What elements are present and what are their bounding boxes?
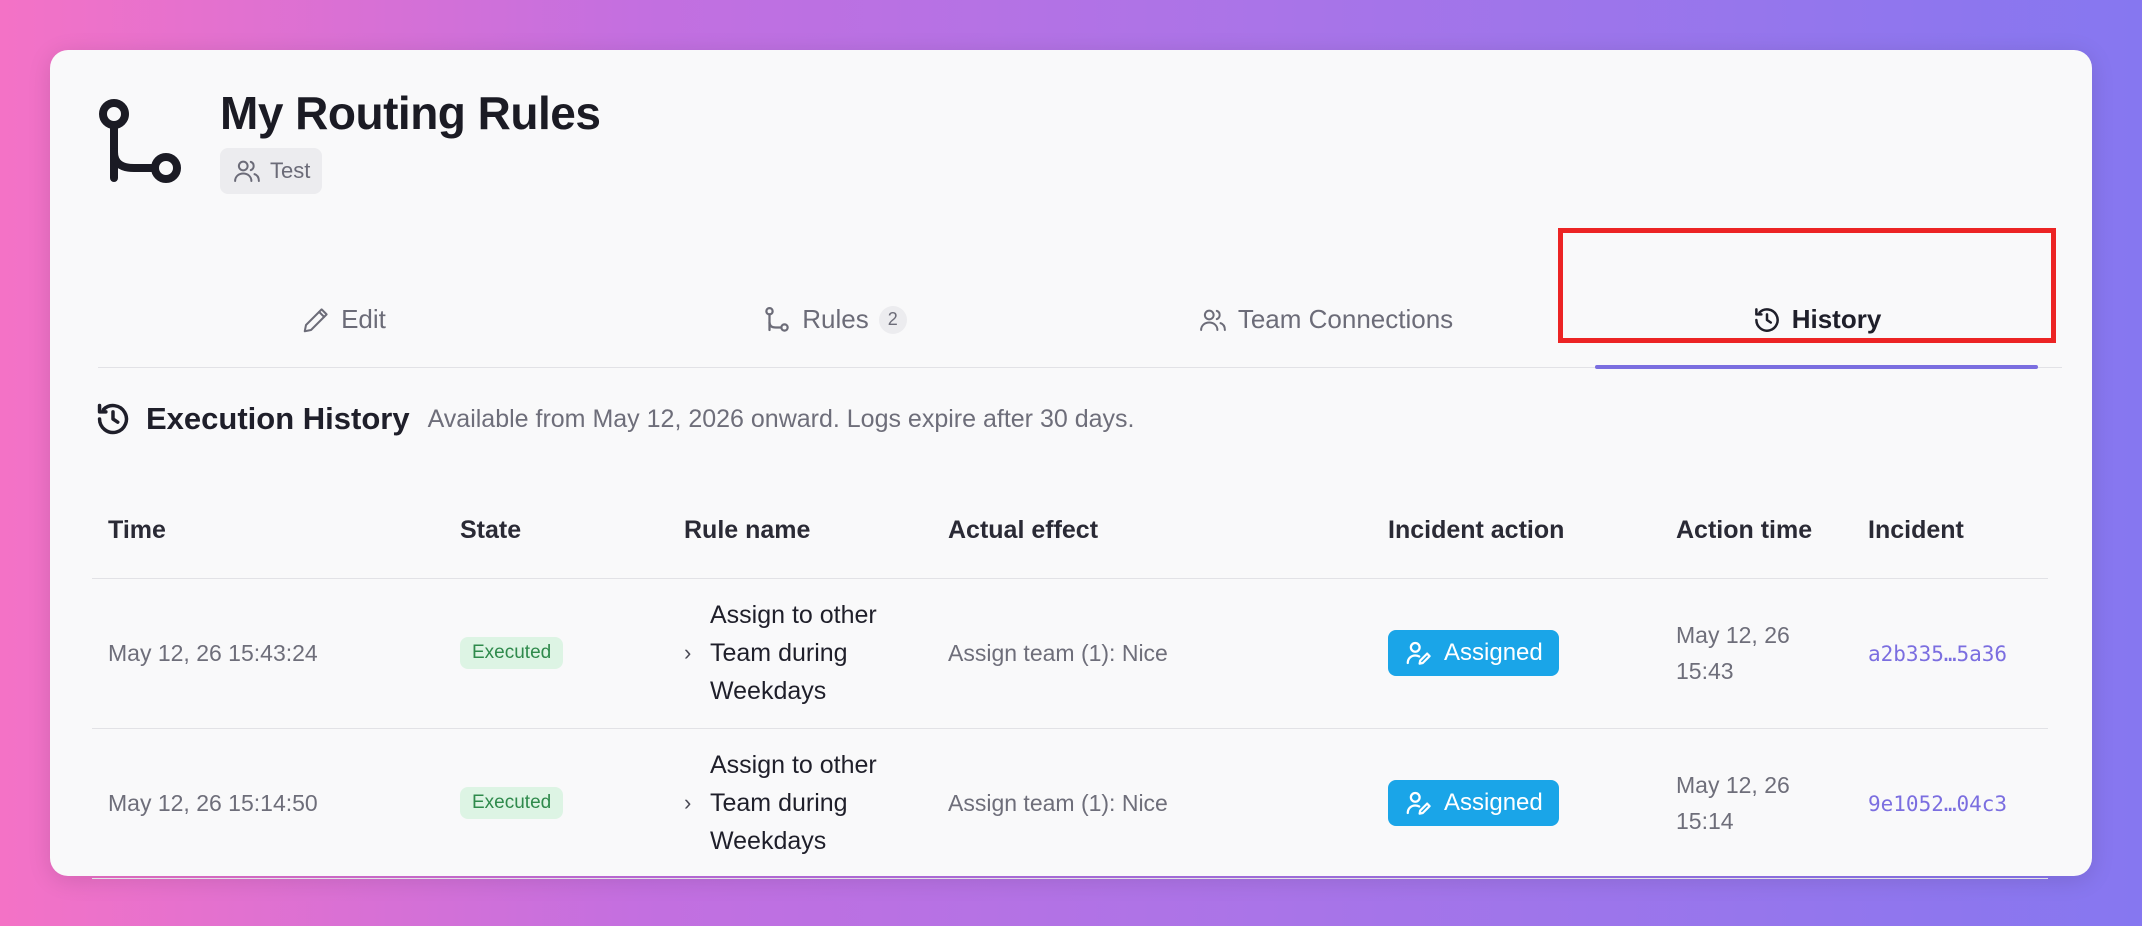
rule-expander[interactable]: › Assign to other Team during Weekdays	[684, 746, 916, 860]
active-tab-indicator	[1595, 365, 2038, 369]
execution-history-header: Execution History Available from May 12,…	[94, 400, 1134, 438]
time-cell: May 12, 26 15:14:50	[92, 728, 444, 879]
assigned-label: Assigned	[1444, 789, 1543, 816]
team-badge-label: Test	[270, 158, 311, 183]
section-subtitle: Available from May 12, 2026 onward. Logs…	[427, 404, 1135, 433]
state-cell: Executed	[444, 578, 668, 729]
assigned-badge: Assigned	[1388, 630, 1559, 676]
tab-rules-label: Rules	[802, 304, 869, 334]
column-header: Actual effect	[932, 484, 1372, 579]
assigned-badge: Assigned	[1388, 780, 1559, 826]
user-edit-icon	[1406, 791, 1431, 815]
rule-name-cell: › Assign to other Team during Weekdays	[668, 578, 932, 729]
tab-history-label: History	[1791, 304, 1882, 334]
table-row: May 12, 26 15:43:24 Executed › Assign to…	[92, 578, 2048, 729]
incident-action-cell: Assigned	[1372, 728, 1660, 879]
history-icon	[1754, 307, 1779, 332]
tab-edit[interactable]: Edit	[98, 272, 589, 367]
time-cell: May 12, 26 15:43:24	[92, 578, 444, 729]
action-time: May 12, 26 15:14	[1676, 772, 1790, 834]
rules-count-badge: 2	[878, 305, 907, 334]
table-row: May 12, 26 15:14:50 Executed › Assign to…	[92, 728, 2048, 879]
column-header: Incident	[1852, 484, 2048, 579]
incident-cell: a2b335…5a36	[1852, 578, 2048, 729]
effect-cell: Assign team (1): Nice	[932, 578, 1372, 729]
column-header: Action time	[1660, 484, 1852, 579]
action-time-cell: May 12, 26 15:43	[1660, 578, 1852, 729]
effect-cell: Assign team (1): Nice	[932, 728, 1372, 879]
history-icon	[97, 403, 129, 435]
rule-name: Assign to other Team during Weekdays	[710, 751, 877, 855]
section-title: Execution History	[146, 401, 410, 436]
chevron-right-icon[interactable]: ›	[684, 790, 698, 816]
action-time-cell: May 12, 26 15:14	[1660, 728, 1852, 879]
chevron-right-icon[interactable]: ›	[684, 640, 698, 666]
execution-history-table: Time State Rule name Actual effect Incid…	[92, 484, 2048, 879]
rule-expander[interactable]: › Assign to other Team during Weekdays	[684, 596, 916, 710]
tab-history[interactable]: History	[1571, 272, 2062, 369]
users-icon	[1199, 309, 1226, 331]
branch-icon	[765, 306, 789, 332]
team-badge[interactable]: Test	[220, 148, 323, 194]
column-header: Time	[92, 484, 444, 579]
tab-team-connections[interactable]: Team Connections	[1080, 272, 1571, 367]
tab-bar: Edit Rules 2 Team Connections History	[98, 272, 2062, 369]
column-header: Incident action	[1372, 484, 1660, 579]
table-header-row: Time State Rule name Actual effect Incid…	[92, 484, 2048, 579]
incident-link[interactable]: 9e1052…04c3	[1868, 792, 2007, 816]
tab-team-connections-label: Team Connections	[1237, 304, 1454, 334]
column-header: State	[444, 484, 668, 579]
rule-name-cell: › Assign to other Team during Weekdays	[668, 728, 932, 879]
state-cell: Executed	[444, 728, 668, 879]
incident-cell: 9e1052…04c3	[1852, 728, 2048, 879]
git-branch-icon	[99, 99, 181, 183]
incident-action-cell: Assigned	[1372, 578, 1660, 729]
column-header: Rule name	[668, 484, 932, 579]
incident-link[interactable]: a2b335…5a36	[1868, 642, 2007, 666]
pencil-icon	[303, 307, 328, 332]
users-icon	[234, 160, 260, 182]
tab-rules[interactable]: Rules 2	[589, 272, 1080, 367]
user-edit-icon	[1406, 641, 1431, 665]
status-badge: Executed	[460, 787, 564, 819]
rule-name: Assign to other Team during Weekdays	[710, 601, 877, 705]
page-title: My Routing Rules	[220, 87, 601, 139]
routing-rules-card: My Routing Rules Test Edit Rules 2 Team …	[50, 50, 2092, 879]
action-time: May 12, 26 15:43	[1676, 622, 1790, 684]
assigned-label: Assigned	[1444, 639, 1543, 666]
tab-edit-label: Edit	[341, 304, 386, 334]
status-badge: Executed	[460, 637, 564, 669]
